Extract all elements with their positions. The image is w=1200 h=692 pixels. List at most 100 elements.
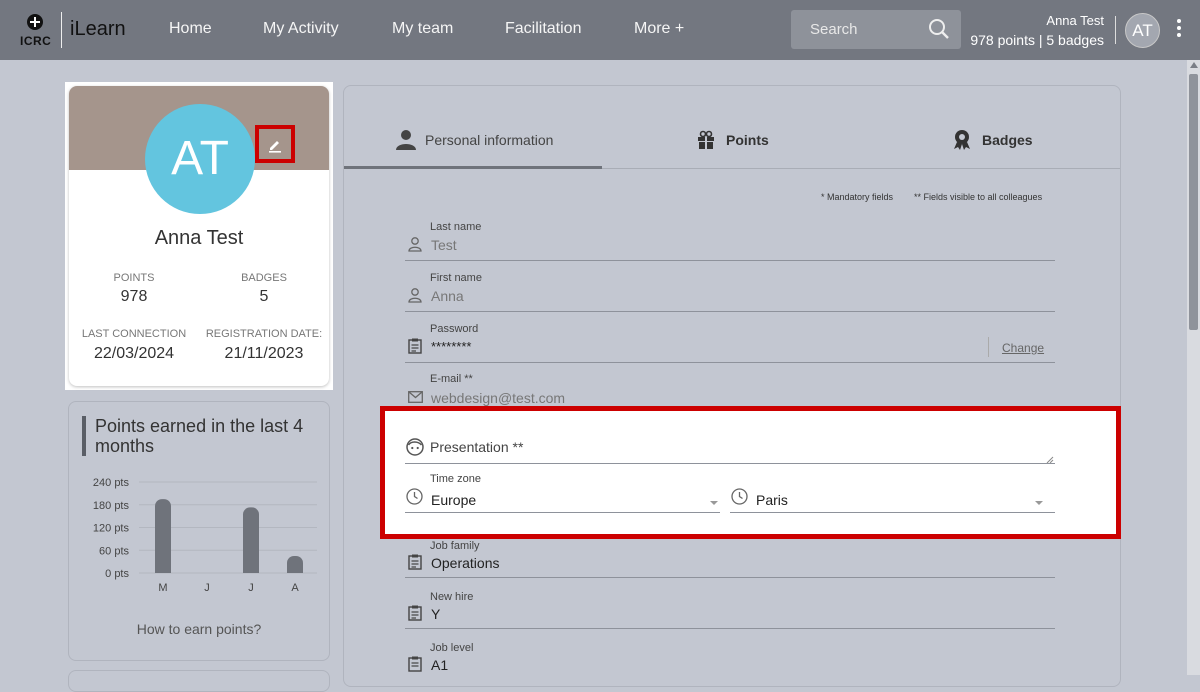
presentation-underline	[405, 463, 1055, 464]
points-value: 978	[120, 288, 148, 305]
edit-avatar-button[interactable]	[255, 125, 295, 163]
x-tick-label: A	[291, 582, 299, 594]
logo-text: ICRC	[20, 34, 52, 48]
clipboard-icon	[408, 656, 422, 672]
user-name[interactable]: Anna Test	[1046, 13, 1104, 28]
pencil-icon	[269, 141, 281, 153]
x-tick-label: J	[248, 582, 254, 594]
time-zone-city-underline	[730, 512, 1055, 513]
user-stats: 978 points | 5 badges	[970, 32, 1104, 48]
first-name-underline	[405, 311, 1055, 312]
chart-bar	[155, 499, 171, 573]
password-field[interactable]: ********	[431, 339, 471, 354]
first-name-label: First name	[430, 272, 482, 284]
new-hire-underline	[405, 628, 1055, 629]
job-level-label: Job level	[430, 642, 474, 654]
person-outline-icon	[408, 237, 422, 252]
chart-bar-base	[287, 565, 303, 573]
chart-bar-base	[155, 565, 171, 573]
last-name-underline	[405, 260, 1055, 261]
points-chart-title: Points earned in the last 4 months	[82, 416, 330, 456]
scroll-thumb[interactable]	[1189, 74, 1198, 330]
first-name-field[interactable]: Anna	[431, 288, 464, 304]
award-icon	[954, 130, 970, 150]
next-widget-card	[68, 670, 330, 692]
job-family-field[interactable]: Operations	[431, 555, 499, 571]
clipboard-icon	[408, 554, 422, 570]
nav-facilitation[interactable]: Facilitation	[505, 20, 581, 38]
badges-value: 5	[259, 288, 269, 305]
job-family-underline	[405, 577, 1055, 578]
last-connection-label: LAST CONNECTION	[81, 328, 187, 340]
icrc-logo[interactable]: ICRC	[18, 12, 58, 50]
logo-divider	[61, 12, 62, 48]
top-navigation-bar: ICRC iLearn Home My Activity My team Fac…	[0, 0, 1200, 60]
y-tick-label: 60 pts	[99, 545, 129, 557]
chevron-down-icon[interactable]	[1035, 501, 1043, 505]
presentation-field[interactable]: Presentation **	[430, 439, 523, 455]
nav-more[interactable]: More +	[634, 20, 684, 38]
clock-icon	[406, 488, 423, 505]
chart-bar-base	[243, 565, 259, 573]
envelope-icon	[408, 391, 423, 403]
gift-icon	[698, 130, 714, 149]
x-tick-label: J	[204, 582, 210, 594]
search-icon[interactable]	[928, 18, 950, 40]
job-level-field[interactable]: A1	[431, 657, 448, 673]
time-zone-region-underline	[405, 512, 720, 513]
last-name-label: Last name	[430, 221, 482, 233]
clipboard-icon	[408, 338, 422, 354]
password-underline	[405, 362, 1055, 363]
points-label: POINTS	[113, 272, 155, 284]
scroll-up-icon[interactable]	[1190, 62, 1198, 68]
chevron-down-icon[interactable]	[710, 501, 718, 505]
user-divider	[1115, 16, 1116, 44]
search-box[interactable]: Search	[791, 10, 961, 49]
page-scrollbar[interactable]	[1187, 60, 1200, 675]
y-tick-label: 180 pts	[93, 500, 130, 512]
email-field[interactable]: webdesign@test.com	[431, 390, 565, 406]
y-tick-label: 240 pts	[93, 477, 130, 489]
profile-card-frame: AT Anna Test POINTS 978 BADGES 5 LAST CO…	[65, 82, 333, 390]
time-zone-region-select[interactable]: Europe	[431, 492, 476, 508]
badges-label: BADGES	[241, 272, 287, 284]
visible-fields-note: ** Fields visible to all colleagues	[914, 192, 1043, 202]
how-to-earn-points-link[interactable]: How to earn points?	[69, 621, 329, 637]
mandatory-fields-note: * Mandatory fields	[821, 192, 894, 202]
chart-bar	[243, 507, 259, 573]
profile-avatar: AT	[145, 104, 255, 214]
time-zone-city-select[interactable]: Paris	[756, 492, 788, 508]
face-icon	[406, 438, 424, 456]
app-name[interactable]: iLearn	[70, 18, 126, 41]
new-hire-label: New hire	[430, 591, 474, 603]
time-zone-label: Time zone	[430, 473, 481, 485]
new-hire-field[interactable]: Y	[431, 606, 440, 622]
change-password-link[interactable]: Change	[1002, 341, 1044, 355]
y-tick-label: 120 pts	[93, 523, 130, 535]
clock-icon	[731, 488, 748, 505]
last-name-field[interactable]: Test	[431, 237, 457, 253]
nav-my-team[interactable]: My team	[392, 20, 453, 38]
password-label: Password	[430, 323, 479, 335]
person-outline-icon	[408, 288, 422, 303]
nav-home[interactable]: Home	[169, 20, 212, 38]
tab-personal-information[interactable]: Personal information	[425, 132, 553, 148]
profile-card: AT Anna Test POINTS 978 BADGES 5 LAST CO…	[69, 86, 329, 386]
x-tick-label: M	[158, 582, 167, 594]
email-label: E-mail **	[430, 373, 473, 385]
active-tab-indicator	[344, 166, 602, 169]
profile-name: Anna Test	[154, 227, 244, 249]
search-input[interactable]: Search	[810, 21, 858, 38]
registration-date-value: 21/11/2023	[224, 345, 304, 362]
change-divider	[988, 337, 989, 357]
tab-badges[interactable]: Badges	[982, 132, 1033, 148]
tab-points[interactable]: Points	[726, 132, 769, 148]
more-menu-icon[interactable]	[1176, 19, 1182, 41]
nav-my-activity[interactable]: My Activity	[263, 20, 339, 38]
job-family-label: Job family	[430, 540, 480, 552]
last-connection-value: 22/03/2024	[93, 345, 175, 362]
points-chart-card: Points earned in the last 4 months 240 p…	[68, 401, 330, 661]
user-avatar[interactable]: AT	[1125, 13, 1160, 48]
person-icon	[396, 130, 416, 150]
registration-date-label: REGISTRATION DATE:	[205, 328, 323, 340]
